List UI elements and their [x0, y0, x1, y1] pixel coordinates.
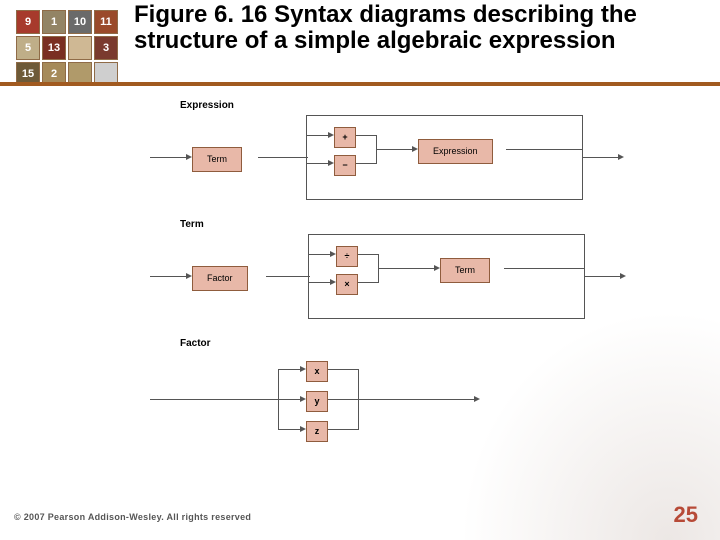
- rail-line: [584, 234, 585, 277]
- rail-line: [582, 157, 583, 200]
- rail-expression: Term + − Expression: [150, 115, 620, 201]
- diagram-title: Expression: [180, 100, 620, 111]
- rail-line: [378, 268, 438, 269]
- node-label: Expression: [433, 146, 478, 156]
- node-label: ÷: [345, 251, 350, 261]
- rail-line: [266, 276, 310, 277]
- rail-line: [328, 429, 358, 430]
- diagram-title: Factor: [180, 338, 620, 349]
- rail-line: [356, 135, 376, 136]
- diagram-title: Term: [180, 219, 620, 230]
- rail-line: [306, 115, 582, 116]
- rail-line: [356, 163, 376, 164]
- puzzle-cell: 3: [94, 36, 118, 60]
- node-factor: Factor: [192, 266, 248, 291]
- puzzle-cell: 13: [42, 36, 66, 60]
- node-term-recurse: Term: [440, 258, 490, 283]
- arrow-icon: [474, 396, 480, 402]
- node-label: y: [314, 396, 319, 406]
- figure-title: Figure 6. 16 Syntax diagrams describing …: [134, 2, 694, 55]
- rail-line: [358, 254, 378, 255]
- slide-root: 9110115133152 Figure 6. 16 Syntax diagra…: [0, 0, 720, 540]
- rail-line: [358, 282, 378, 283]
- rail-line: [376, 149, 416, 150]
- rail-line: [308, 234, 584, 235]
- rail-line: [584, 276, 624, 277]
- diagram-term: Term Factor ÷ ×: [150, 219, 620, 320]
- puzzle-cell: 10: [68, 10, 92, 34]
- rail-line: [328, 399, 358, 400]
- rail-line: [258, 157, 308, 158]
- node-label: ×: [344, 279, 349, 289]
- rail-line: [582, 115, 583, 158]
- rail-line: [328, 369, 358, 370]
- puzzle-icon: 9110115133152: [14, 8, 120, 86]
- arrow-icon: [620, 273, 626, 279]
- rail-term: Factor ÷ × Term: [150, 234, 620, 320]
- node-label: z: [315, 426, 320, 436]
- puzzle-cell: 9: [16, 10, 40, 34]
- copyright-footer: © 2007 Pearson Addison-Wesley. All right…: [14, 512, 251, 522]
- node-multiply: ×: [336, 274, 358, 295]
- node-label: Term: [455, 265, 475, 275]
- diagram-expression: Expression Term + −: [150, 100, 620, 201]
- node-z: z: [306, 421, 328, 442]
- rail-line: [150, 157, 190, 158]
- rail-line: [150, 276, 190, 277]
- rail-factor: x y z: [150, 353, 620, 453]
- rail-line: [306, 199, 582, 200]
- node-minus: −: [334, 155, 356, 176]
- node-label: −: [342, 160, 347, 170]
- syntax-diagrams: Expression Term + −: [150, 100, 620, 471]
- node-divide: ÷: [336, 246, 358, 267]
- node-label: +: [342, 132, 347, 142]
- rail-line: [306, 115, 307, 199]
- puzzle-cell: [68, 36, 92, 60]
- rail-line: [584, 276, 585, 319]
- rail-line: [358, 399, 478, 400]
- node-x: x: [306, 361, 328, 382]
- node-label: Term: [207, 154, 227, 164]
- node-label: x: [314, 366, 319, 376]
- rail-line: [506, 149, 582, 150]
- puzzle-cell: 1: [42, 10, 66, 34]
- arrow-icon: [618, 154, 624, 160]
- puzzle-cell: 11: [94, 10, 118, 34]
- node-expression: Expression: [418, 139, 493, 164]
- rail-line: [582, 157, 622, 158]
- rail-line: [308, 318, 584, 319]
- title-rule: [0, 82, 720, 86]
- page-number: 25: [674, 502, 698, 528]
- node-plus: +: [334, 127, 356, 148]
- node-label: Factor: [207, 273, 233, 283]
- diagram-factor: Factor x y z: [150, 338, 620, 453]
- rail-line: [504, 268, 584, 269]
- puzzle-cell: 5: [16, 36, 40, 60]
- node-y: y: [306, 391, 328, 412]
- rail-line: [308, 234, 309, 318]
- rail-line: [150, 399, 280, 400]
- figure-number: Figure 6. 16: [134, 1, 267, 28]
- node-term: Term: [192, 147, 242, 172]
